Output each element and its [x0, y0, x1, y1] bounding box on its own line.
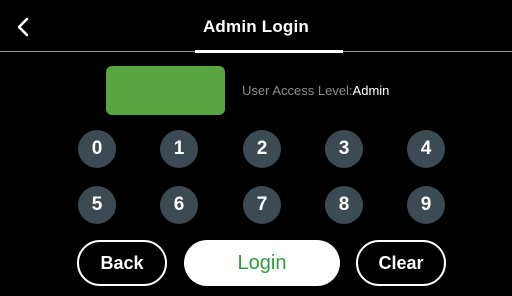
access-level-label: User Access Level: — [242, 83, 353, 98]
header-bar: Admin Login — [0, 0, 512, 53]
access-level-value: Admin — [352, 83, 390, 98]
keypad-key-0[interactable]: 0 — [78, 130, 116, 168]
clear-button[interactable]: Clear — [356, 240, 446, 286]
keypad-key-5[interactable]: 5 — [78, 186, 116, 224]
keypad-key-8[interactable]: 8 — [325, 186, 363, 224]
user-access-level: User Access Level:Admin — [242, 83, 389, 98]
keypad-key-3[interactable]: 3 — [325, 130, 363, 168]
keypad-key-1[interactable]: 1 — [160, 130, 198, 168]
title-underline — [195, 50, 343, 53]
keypad-key-2[interactable]: 2 — [243, 130, 281, 168]
pin-display-field — [106, 66, 225, 115]
back-button[interactable]: Back — [77, 240, 167, 286]
keypad-key-4[interactable]: 4 — [407, 130, 445, 168]
keypad-key-7[interactable]: 7 — [243, 186, 281, 224]
page-title: Admin Login — [202, 17, 310, 36]
keypad-key-6[interactable]: 6 — [160, 186, 198, 224]
login-button[interactable]: Login — [184, 240, 340, 286]
keypad-key-9[interactable]: 9 — [407, 186, 445, 224]
